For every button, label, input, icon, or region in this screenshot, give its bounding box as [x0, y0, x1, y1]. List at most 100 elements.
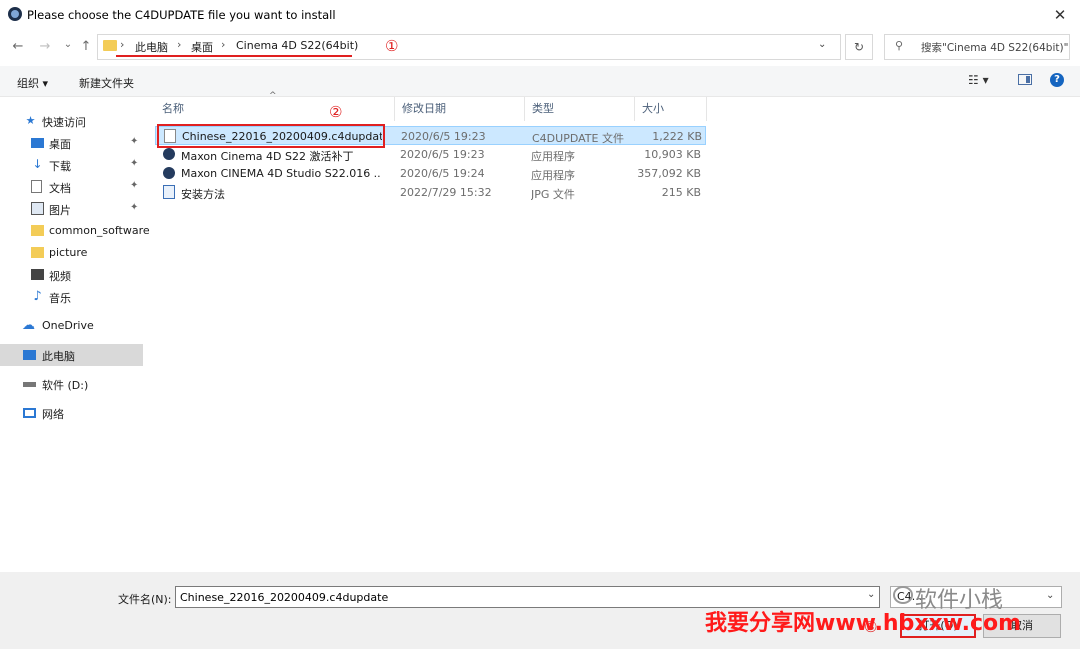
file-type: 应用程序 [531, 150, 575, 163]
sidebar-item-this-pc[interactable]: 此电脑 [0, 344, 143, 366]
file-size: 357,092 KB [637, 167, 701, 180]
sidebar-item-desktop[interactable]: 桌面 ✦ [0, 132, 143, 154]
search-placeholder: 搜索"Cinema 4D S22(64bit)" [921, 42, 1069, 54]
annotation-underline [116, 55, 352, 57]
up-arrow-icon[interactable]: ↑ [77, 38, 95, 56]
folder-icon [31, 247, 44, 258]
file-size: 1,222 KB [652, 130, 702, 143]
back-arrow-icon[interactable]: ← [9, 38, 27, 56]
window-title: Please choose the C4DUPDATE file you wan… [27, 8, 336, 22]
sidebar-item-label: 视频 [49, 270, 71, 283]
sidebar-item-documents[interactable]: 文档 ✦ [0, 176, 143, 198]
music-note-icon: ♪ [33, 289, 42, 304]
breadcrumb-cinema4d-folder[interactable]: Cinema 4D S22(64bit) [236, 39, 358, 52]
breadcrumb-separator-icon: › [221, 38, 226, 51]
document-icon [31, 180, 42, 193]
file-row[interactable]: Maxon CINEMA 4D Studio S22.016 ... 2020/… [155, 164, 706, 183]
sidebar-item-network[interactable]: 网络 [0, 402, 143, 424]
computer-icon [23, 350, 36, 360]
video-icon [31, 269, 44, 280]
sidebar-item-drive-d[interactable]: 软件 (D:) [0, 373, 143, 395]
sidebar-item-pictures[interactable]: 图片 ✦ [0, 198, 143, 220]
organize-menu-button[interactable]: 组织 ▾ [17, 75, 48, 91]
file-size: 10,903 KB [644, 148, 701, 161]
sidebar-item-picture[interactable]: picture [0, 242, 143, 264]
sidebar-item-label: 文档 [49, 182, 71, 195]
new-folder-button[interactable]: 新建文件夹 [79, 75, 134, 91]
cloud-icon: ☁ [22, 318, 35, 333]
watermark-site-text: 我要分享网www.hbxxw.com [705, 611, 1022, 636]
file-row[interactable]: 安装方法 2022/7/29 15:32 JPG 文件 215 KB [155, 183, 706, 202]
folder-icon [103, 40, 117, 51]
dialog-footer: 文件名(N): ⌄ C4… ⌄ 软件小栈 打开(O) 取消 ③ 我要分享网www… [0, 572, 1080, 649]
sidebar-item-quick-access[interactable]: ★ 快速访问 [0, 110, 143, 132]
column-header-size[interactable]: 大小 [635, 97, 707, 121]
breadcrumb-this-pc[interactable]: 此电脑 [135, 39, 168, 55]
address-dropdown-chevron-icon[interactable]: ⌄ [818, 39, 826, 50]
cinema4d-app-icon [8, 7, 22, 21]
sidebar-item-music[interactable]: ♪ 音乐 [0, 286, 143, 308]
column-header-type[interactable]: 类型 [525, 97, 635, 121]
file-date: 2022/7/29 15:32 [400, 186, 492, 199]
file-name: Maxon Cinema 4D S22 激活补丁 [181, 150, 354, 163]
close-button[interactable]: ✕ [1045, 3, 1075, 27]
filename-dropdown-chevron-icon[interactable]: ⌄ [867, 589, 875, 600]
forward-arrow-icon[interactable]: → [36, 38, 54, 56]
file-date: 2020/6/5 19:24 [400, 167, 485, 180]
change-view-icon[interactable]: ☷ ▾ [968, 73, 989, 87]
cinema4d-app-icon [163, 167, 175, 179]
sidebar-item-label: 网络 [42, 408, 64, 421]
pin-icon: ✦ [130, 202, 139, 213]
command-toolbar: 组织 ▾ 新建文件夹 ☷ ▾ ? [0, 66, 1080, 97]
file-size: 215 KB [661, 186, 701, 199]
file-type: C4DUPDATE 文件 [532, 132, 624, 145]
sidebar-item-label: 快速访问 [42, 116, 86, 129]
refresh-button[interactable]: ↻ [845, 34, 873, 60]
sidebar-item-label: 桌面 [49, 138, 71, 151]
breadcrumb-desktop[interactable]: 桌面 [191, 39, 213, 55]
sidebar-item-label: 软件 (D:) [42, 379, 89, 392]
sidebar-item-label: common_software [49, 224, 150, 237]
breadcrumb-separator-icon: › [120, 38, 125, 51]
sidebar-item-label: 下载 [49, 160, 71, 173]
star-icon: ★ [25, 114, 36, 127]
pin-icon: ✦ [130, 180, 139, 191]
desktop-icon [31, 138, 44, 148]
cinema4d-app-icon [163, 148, 175, 160]
preview-pane-icon[interactable] [1018, 74, 1032, 85]
file-name: 安装方法 [181, 188, 225, 201]
file-date: 2020/6/5 19:23 [401, 130, 486, 143]
filename-label: 文件名(N): [118, 593, 172, 606]
recent-locations-chevron-icon[interactable]: ⌄ [59, 36, 77, 54]
sidebar-item-onedrive[interactable]: ☁ OneDrive [0, 315, 143, 337]
pin-icon: ✦ [130, 136, 139, 147]
sidebar-item-videos[interactable]: 视频 [0, 264, 143, 286]
drive-icon [23, 382, 36, 387]
wechat-logo-icon [893, 586, 913, 604]
file-date: 2020/6/5 19:23 [400, 148, 485, 161]
download-arrow-icon: ↓ [32, 157, 43, 171]
sidebar-item-label: OneDrive [42, 319, 94, 332]
search-icon: ⚲ [895, 39, 904, 52]
file-type: JPG 文件 [531, 188, 575, 201]
file-row[interactable]: Maxon Cinema 4D S22 激活补丁 2020/6/5 19:23 … [155, 145, 706, 164]
sidebar-item-label: 音乐 [49, 292, 71, 305]
breadcrumb-separator-icon: › [177, 38, 182, 51]
sidebar-item-label: 此电脑 [42, 350, 75, 363]
sidebar-item-downloads[interactable]: ↓ 下载 ✦ [0, 154, 143, 176]
sidebar-item-common-software[interactable]: common_software [0, 220, 150, 242]
file-name: Maxon CINEMA 4D Studio S22.016 ... [181, 167, 381, 180]
column-header-name[interactable]: 名称 [155, 97, 395, 121]
pin-icon: ✦ [130, 158, 139, 169]
network-icon [23, 408, 36, 418]
title-bar: Please choose the C4DUPDATE file you wan… [0, 0, 1080, 30]
help-icon[interactable]: ? [1050, 73, 1064, 87]
column-header-date-modified[interactable]: 修改日期 [395, 97, 525, 121]
folder-icon [31, 225, 44, 236]
navigation-pane: ★ 快速访问 桌面 ✦ ↓ 下载 ✦ 文档 ✦ 图片 ✦ common_soft… [0, 97, 150, 572]
file-type: 应用程序 [531, 169, 575, 182]
annotation-marker-2: ② [329, 103, 343, 121]
search-input[interactable]: ⚲ 搜索"Cinema 4D S22(64bit)" [884, 34, 1070, 60]
filetype-dropdown-chevron-icon: ⌄ [1046, 590, 1055, 601]
image-file-icon [163, 185, 175, 199]
